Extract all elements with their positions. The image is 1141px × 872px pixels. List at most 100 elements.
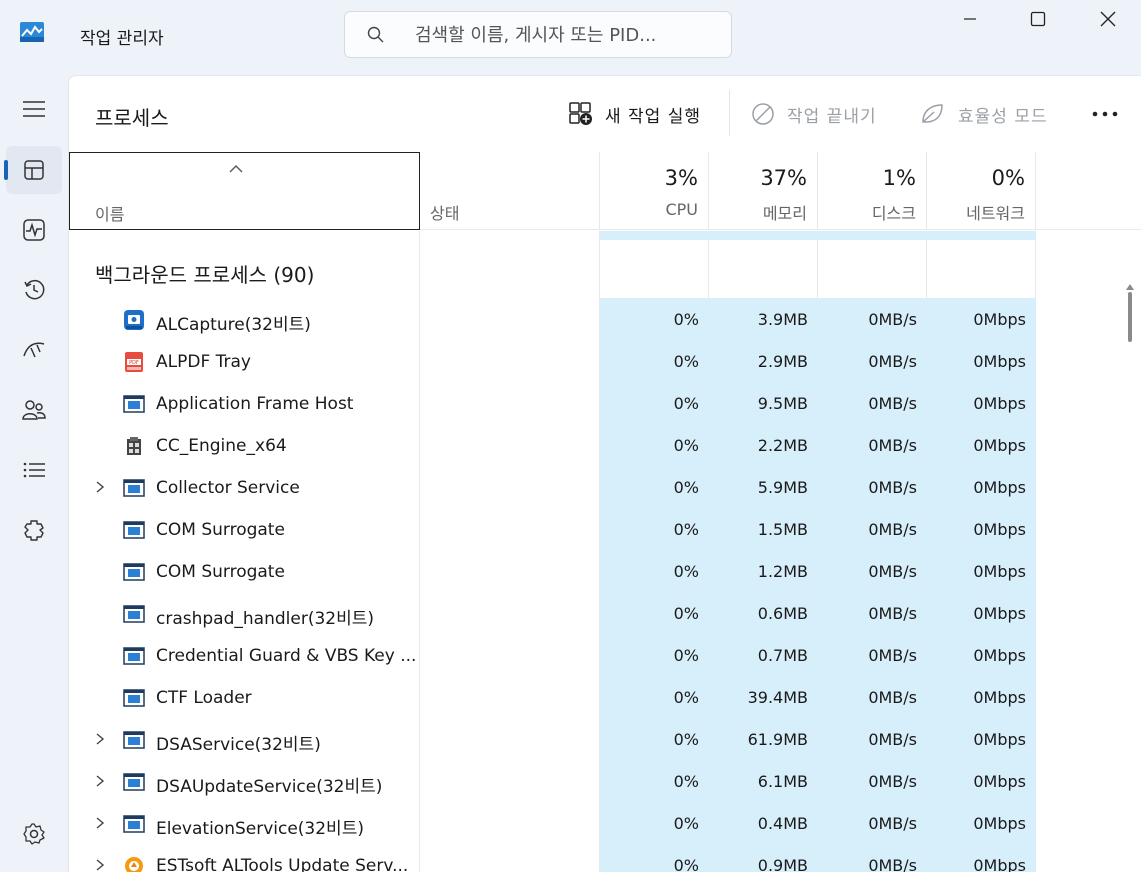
process-cpu: 0%	[673, 394, 699, 413]
estsoft-icon	[123, 855, 145, 872]
window-app-icon	[123, 771, 145, 793]
process-row[interactable]: Credential Guard & VBS Key ... 0% 0.7MB 0MB…	[69, 636, 1036, 678]
expand-chevron-icon[interactable]	[93, 815, 107, 831]
process-row[interactable]: crashpad_handler(32비트) 0% 0.6MB 0MB/s 0Mbps	[69, 594, 1036, 636]
column-header-name[interactable]: 이름	[69, 152, 420, 230]
process-row[interactable]: COM Surrogate 0% 1.5MB 0MB/s 0Mbps	[69, 510, 1036, 552]
process-network: 0Mbps	[973, 478, 1026, 497]
process-row[interactable]: COM Surrogate 0% 1.2MB 0MB/s 0Mbps	[69, 552, 1036, 594]
process-name: COM Surrogate	[156, 520, 285, 540]
toolbar: 프로세스 새 작업 실행 작업 끝내기 효율성 모드	[69, 76, 1141, 152]
column-label-network: 네트워크	[966, 204, 1025, 223]
nav-item-startup-apps[interactable]	[6, 326, 62, 374]
process-cpu: 0%	[673, 856, 699, 872]
process-memory: 39.4MB	[747, 688, 808, 707]
close-button[interactable]	[1088, 4, 1128, 34]
process-row[interactable]: Collector Service 0% 5.9MB 0MB/s 0Mbps	[69, 468, 1036, 510]
expand-chevron-icon[interactable]	[93, 857, 107, 872]
search-box[interactable]	[344, 11, 732, 58]
services-icon	[24, 520, 44, 541]
column-label-memory: 메모리	[762, 204, 807, 223]
new-task-button[interactable]: 새 작업 실행	[569, 100, 701, 128]
end-task-icon	[752, 103, 774, 125]
process-disk: 0MB/s	[868, 856, 917, 872]
process-disk: 0MB/s	[868, 730, 917, 749]
nav-item-performance[interactable]	[6, 206, 62, 254]
nav-menu-button[interactable]	[6, 85, 62, 133]
process-row[interactable]: CTF Loader 0% 39.4MB 0MB/s 0Mbps	[69, 678, 1036, 720]
process-name: Collector Service	[156, 478, 300, 498]
process-memory: 0.4MB	[757, 814, 808, 833]
process-disk: 0MB/s	[868, 520, 917, 539]
process-cpu: 0%	[673, 646, 699, 665]
column-header-disk[interactable]: 1% 디스크	[818, 152, 927, 230]
expand-chevron-icon[interactable]	[93, 479, 107, 495]
process-row[interactable]: ALCapture(32비트) 0% 3.9MB 0MB/s 0Mbps	[69, 300, 1036, 342]
alpdf-icon: PDF	[123, 351, 145, 373]
nav-item-details[interactable]	[6, 446, 62, 494]
efficiency-mode-button[interactable]: 효율성 모드	[920, 100, 1048, 128]
process-cpu: 0%	[673, 688, 699, 707]
toolbar-divider	[729, 90, 730, 136]
process-row[interactable]: PDF ALPDF Tray 0% 2.9MB 0MB/s 0Mbps	[69, 342, 1036, 384]
nav-settings-button[interactable]	[6, 810, 62, 858]
group-header-background-processes: 백그라운드 프로세스 (90)	[95, 263, 315, 287]
process-network: 0Mbps	[973, 562, 1026, 581]
process-row[interactable]: DSAService(32비트) 0% 61.9MB 0MB/s 0Mbps	[69, 720, 1036, 762]
process-name: ALPDF Tray	[156, 352, 251, 372]
process-disk: 0MB/s	[868, 646, 917, 665]
process-cpu: 0%	[673, 520, 699, 539]
expand-chevron-icon[interactable]	[93, 731, 107, 747]
cpu-total-percent: 3%	[664, 166, 698, 190]
process-name: CC_Engine_x64	[156, 436, 287, 456]
process-name: ESTsoft ALTools Update Serv...	[156, 856, 409, 872]
nav-item-users[interactable]	[6, 386, 62, 434]
process-cpu: 0%	[673, 772, 699, 791]
vertical-scrollbar[interactable]	[1117, 230, 1141, 872]
process-row[interactable]: ElevationService(32비트) 0% 0.4MB 0MB/s 0Mbps	[69, 804, 1036, 846]
process-cpu: 0%	[673, 730, 699, 749]
minimize-icon	[964, 18, 976, 20]
process-row[interactable]: DSAUpdateService(32비트) 0% 6.1MB 0MB/s 0Mbps	[69, 762, 1036, 804]
window-app-icon	[123, 729, 145, 751]
more-options-button[interactable]	[1087, 102, 1123, 126]
column-label-disk: 디스크	[871, 204, 916, 223]
task-manager-app-icon	[20, 22, 44, 42]
process-cpu: 0%	[673, 604, 699, 623]
process-disk: 0MB/s	[868, 604, 917, 623]
column-header-network[interactable]: 0% 네트워크	[927, 152, 1036, 230]
process-network: 0Mbps	[973, 688, 1026, 707]
process-row[interactable]: ESTsoft ALTools Update Serv... 0% 0.9MB 0MB…	[69, 846, 1036, 872]
process-network: 0Mbps	[973, 856, 1026, 872]
process-network: 0Mbps	[973, 772, 1026, 791]
process-memory: 2.2MB	[757, 436, 808, 455]
column-header-cpu[interactable]: 3% CPU	[600, 152, 709, 230]
search-input[interactable]	[415, 22, 715, 48]
column-header-memory[interactable]: 37% 메모리	[709, 152, 818, 230]
nav-item-services[interactable]	[6, 506, 62, 554]
expand-chevron-icon[interactable]	[93, 773, 107, 789]
table-header: 이름 상태 3% CPU 37% 메모리 1% 디스크 0% 네트워크	[69, 152, 1141, 230]
nav-item-app-history[interactable]	[6, 266, 62, 314]
window-app-icon	[123, 687, 145, 709]
maximize-button[interactable]	[1018, 4, 1058, 34]
process-network: 0Mbps	[973, 310, 1026, 329]
scrollbar-thumb[interactable]	[1128, 292, 1132, 342]
process-name: DSAUpdateService(32비트)	[156, 777, 383, 797]
process-name: ALCapture(32비트)	[156, 315, 311, 335]
process-memory: 9.5MB	[757, 394, 808, 413]
new-task-label: 새 작업 실행	[605, 106, 702, 127]
process-disk: 0MB/s	[868, 436, 917, 455]
process-row[interactable]: CC_Engine_x64 0% 2.2MB 0MB/s 0Mbps	[69, 426, 1036, 468]
minimize-button[interactable]	[950, 4, 990, 34]
nav-item-processes[interactable]	[4, 146, 62, 194]
end-task-button[interactable]: 작업 끝내기	[751, 100, 877, 128]
column-label-name: 이름	[95, 205, 125, 224]
nav-sidebar	[0, 70, 68, 872]
process-row[interactable]: Application Frame Host 0% 9.5MB 0MB/s 0Mbps	[69, 384, 1036, 426]
window-app-icon	[123, 519, 145, 541]
column-header-status[interactable]: 상태	[420, 152, 600, 230]
new-task-icon	[569, 102, 592, 125]
process-cpu: 0%	[673, 478, 699, 497]
more-icon	[1092, 111, 1118, 117]
